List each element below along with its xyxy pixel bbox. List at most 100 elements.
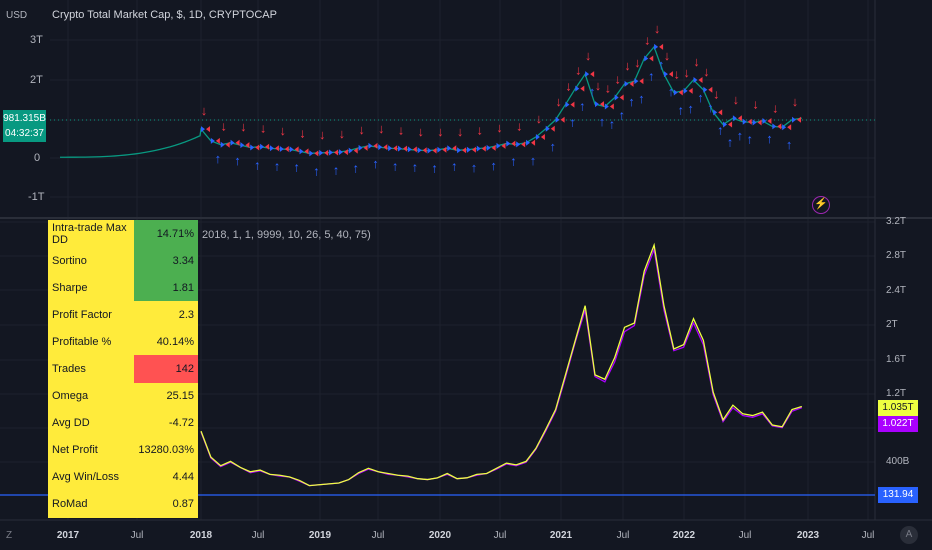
stats-row: Net Profit 13280.03% — [48, 436, 198, 464]
sell-arrow-icon: ↓ — [201, 103, 208, 118]
buy-arrow-icon: ↑ — [313, 163, 320, 178]
sell-arrow-icon: ↓ — [595, 78, 602, 93]
entry-marker — [240, 142, 245, 149]
entry-marker — [772, 123, 777, 130]
exit-marker — [787, 124, 792, 131]
auto-scale-button[interactable]: A — [900, 526, 918, 544]
entry-marker — [398, 145, 402, 152]
entry-marker — [260, 143, 265, 150]
sell-arrow-icon: ↓ — [299, 125, 306, 140]
buy-arrow-icon: ↑ — [471, 160, 478, 175]
entry-marker — [792, 116, 796, 123]
exit-marker — [540, 133, 545, 140]
symbol-title[interactable]: Crypto Total Market Cap, $, 1D, CRYPTOCA… — [52, 9, 277, 21]
time-axis-label: Jul — [130, 530, 144, 541]
time-axis-label: Jul — [251, 530, 265, 541]
stat-label: Omega — [48, 382, 135, 410]
sell-arrow-icon: ↓ — [664, 48, 671, 63]
stats-table: Intra-trade Max DD 14.71% Sortino 3.34 Sharp… — [48, 220, 198, 519]
entry-marker — [624, 80, 629, 87]
entry-marker — [466, 146, 471, 153]
time-axis-label: 2021 — [549, 530, 573, 541]
stat-label: Trades — [48, 355, 135, 383]
stats-row: Avg Win/Loss 4.44 — [48, 463, 198, 491]
entry-marker — [220, 141, 225, 148]
entry-marker — [388, 145, 393, 152]
stats-row: Intra-trade Max DD 14.71% — [48, 220, 198, 248]
entry-marker — [417, 147, 422, 154]
last-price-tag: 981.315B 04:32:37 — [3, 110, 46, 142]
entry-marker — [319, 149, 324, 156]
entry-marker — [289, 146, 294, 153]
stat-value: 13280.03% — [134, 436, 198, 464]
stats-row: Sharpe 1.81 — [48, 274, 198, 302]
exit-marker — [570, 101, 575, 108]
top-axis-label: -1T — [28, 191, 45, 203]
buy-arrow-icon: ↑ — [638, 91, 645, 106]
entry-marker — [269, 145, 274, 152]
stat-label: Avg Win/Loss — [48, 463, 135, 491]
buy-arrow-icon: ↑ — [737, 128, 744, 143]
time-axis-label: 2022 — [672, 530, 696, 541]
lightning-icon[interactable]: ⚡ — [812, 196, 830, 214]
sell-arrow-icon: ↓ — [733, 92, 740, 107]
entry-marker — [348, 147, 353, 154]
sell-arrow-icon: ↓ — [220, 119, 227, 134]
stat-label: Profitable % — [48, 328, 135, 356]
exit-marker — [777, 123, 782, 130]
exit-marker — [668, 71, 673, 78]
bottom-axis-label: 2T — [886, 319, 898, 330]
entry-marker — [663, 71, 668, 78]
exit-marker — [491, 144, 496, 151]
sell-arrow-icon: ↓ — [634, 55, 641, 70]
sell-arrow-icon: ↓ — [280, 123, 287, 138]
exit-marker — [728, 121, 733, 128]
sell-arrow-icon: ↓ — [260, 121, 267, 136]
entry-marker — [634, 78, 639, 85]
exit-marker — [363, 144, 368, 151]
stats-row: Omega 25.15 — [48, 382, 198, 410]
exit-marker — [797, 116, 801, 123]
sell-arrow-icon: ↓ — [496, 120, 503, 135]
entry-marker — [358, 144, 363, 151]
sell-arrow-icon: ↓ — [792, 94, 799, 109]
buy-arrow-icon: ↑ — [550, 139, 557, 154]
sell-arrow-icon: ↓ — [752, 97, 759, 112]
buy-arrow-icon: ↑ — [510, 154, 517, 169]
time-axis-label: Jul — [861, 530, 875, 541]
entry-marker — [210, 137, 215, 144]
exit-marker — [422, 147, 427, 154]
entry-marker — [447, 145, 452, 152]
zoom-icon[interactable]: Z — [6, 530, 12, 541]
buy-arrow-icon: ↑ — [678, 102, 685, 117]
entry-marker — [476, 145, 481, 152]
sell-arrow-icon: ↓ — [240, 119, 247, 134]
exit-marker — [708, 86, 713, 93]
time-axis-label: Jul — [738, 530, 752, 541]
sell-arrow-icon: ↓ — [339, 126, 346, 141]
sell-arrow-icon: ↓ — [398, 123, 405, 138]
time-axis-label: Jul — [493, 530, 507, 541]
stat-value: 2.3 — [134, 301, 198, 329]
buy-arrow-icon: ↑ — [530, 153, 537, 168]
entry-marker — [338, 149, 343, 156]
sell-arrow-icon: ↓ — [555, 94, 562, 109]
sell-arrow-icon: ↓ — [624, 58, 631, 73]
sell-arrow-icon: ↓ — [644, 33, 651, 48]
exit-marker — [274, 145, 279, 152]
time-axis-label: 2018 — [189, 530, 213, 541]
exit-marker — [590, 71, 595, 78]
top-axis-label: 2T — [30, 74, 43, 86]
buy-arrow-icon: ↑ — [353, 161, 360, 176]
stat-value: 142 — [134, 355, 198, 383]
bottom-axis-label: 2.4T — [886, 285, 907, 296]
buy-arrow-icon: ↑ — [717, 122, 724, 137]
sell-arrow-icon: ↓ — [477, 123, 484, 138]
stat-value: 0.87 — [134, 490, 198, 519]
buy-arrow-icon: ↑ — [490, 158, 497, 173]
bottom-axis-label: 1.6T — [886, 354, 907, 365]
entry-marker — [437, 146, 442, 153]
sell-arrow-icon: ↓ — [614, 72, 621, 87]
entry-marker — [427, 147, 432, 154]
buy-arrow-icon: ↑ — [254, 157, 261, 172]
